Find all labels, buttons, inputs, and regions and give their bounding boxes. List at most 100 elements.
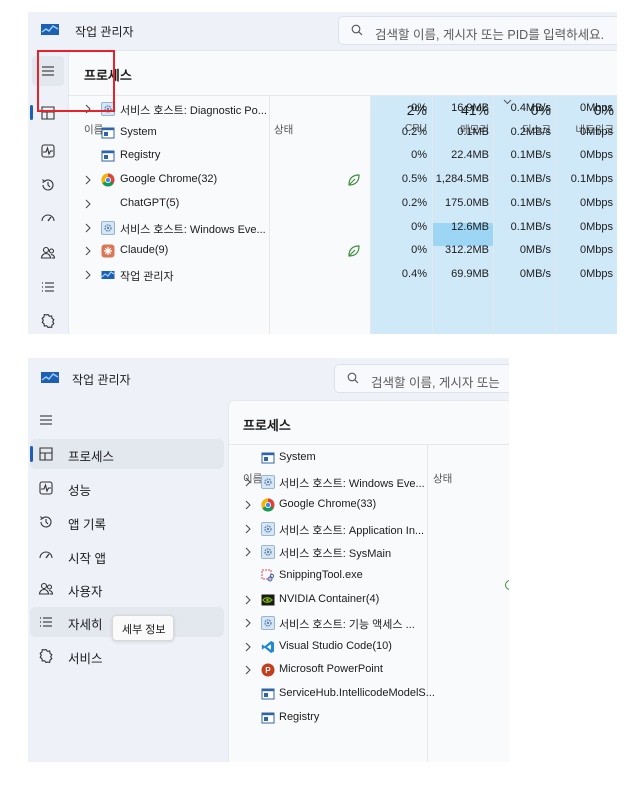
process-row[interactable]: 서비스 호스트: Windows Eve... 0% 12.6MB 0.1MB/s 0M… [69,216,617,240]
processes-panel: 프로세스 이름 상태 2% CPU 41% 메모리 0% 디스크 0% 네트워크… [68,50,617,334]
memory-value: 175.0MB [444,196,489,209]
process-row[interactable]: 서비스 호스트: 기능 액세스 ... [229,611,509,635]
process-name: Google Chrome(33) [279,498,377,511]
gear-service-icon [261,545,275,560]
disk-value: 0MB/s [519,267,551,280]
nav-label: 앱 기록 [68,518,106,532]
chevron-right-icon[interactable] [244,547,252,557]
disk-value: 0.1MB/s [510,149,551,162]
chevron-right-icon[interactable] [84,175,92,185]
nav-item-users[interactable]: 사용자 [30,574,224,604]
gear-service-icon [261,474,275,489]
nav-performance-button[interactable] [32,136,64,166]
window-icon [101,127,115,139]
chevron-right-icon[interactable] [84,246,92,256]
chevron-right-icon[interactable] [244,500,252,510]
search-input[interactable]: 검색할 이름, 게시자 또는 [334,364,509,393]
chevron-right-icon[interactable] [244,665,252,675]
gear-service-icon [101,220,115,235]
chevron-right-icon[interactable] [84,270,92,280]
search-input[interactable]: 검색할 이름, 게시자 또는 PID를 입력하세요. [338,16,617,45]
cpu-value: 0.2% [401,196,427,209]
network-value: 0Mbps [579,196,613,209]
process-row[interactable]: Google Chrome(32) 0.5% 1,284.5MB 0.1MB/s 0.1… [69,168,617,192]
chevron-right-icon[interactable] [244,477,252,487]
process-row[interactable]: Visual Studio Code(10) [229,635,509,659]
task-manager-window-top: 작업 관리자 검색할 이름, 게시자 또는 PID를 입력하세요. 프로세스 이… [28,12,617,334]
process-name: 서비스 호스트: Diagnostic Po... [120,105,267,117]
nav-app-history-button[interactable] [32,170,64,200]
nav-users-button[interactable] [32,238,64,268]
process-row[interactable]: 서비스 호스트: SysMain [229,540,509,564]
disk-value: 0MB/s [519,244,551,257]
nav-item-startup[interactable]: 시작 앱 [30,541,224,571]
details-icon [40,617,52,627]
process-row[interactable]: System [229,446,509,470]
hamburger-icon[interactable] [38,412,54,428]
process-row[interactable]: Google Chrome(33) [229,493,509,517]
chevron-right-icon[interactable] [244,595,252,605]
window-icon [261,712,275,724]
nav-item-services[interactable]: 서비스 [30,641,224,671]
chevron-right-icon[interactable] [244,642,252,652]
search-placeholder: 검색할 이름, 게시자 또는 PID를 입력하세요. [375,28,605,42]
process-row[interactable]: 서비스 호스트: Application In... [229,517,509,541]
cpu-value: 0% [411,102,427,114]
process-row[interactable]: 서비스 호스트: Diagnostic Po... 0% 16.9MB 0.4MB/s… [69,97,617,121]
process-name: Claude(9) [120,244,169,257]
processes-panel: 프로세스 이름 상태 System 서비스 호스트: Windows Eve...… [228,400,509,762]
process-row[interactable]: System 0.2% 0.1MB 0.2MB/s 0Mbps [69,121,617,145]
process-name: ServiceHub.IntellicodeModelS... [279,687,435,699]
process-row[interactable]: NVIDIA Container(4) [229,588,509,612]
nav-services-button[interactable] [32,306,64,334]
nav-item-processes[interactable]: 프로세스 [30,439,224,469]
svg-text:P: P [265,667,271,676]
process-row[interactable]: Registry 0% 22.4MB 0.1MB/s 0Mbps [69,144,617,168]
network-value: 0Mbps [579,267,613,280]
search-icon [347,372,359,384]
process-name: 서비스 호스트: Windows Eve... [279,477,425,490]
active-indicator [30,446,33,462]
nav-startup-button[interactable] [32,204,64,234]
process-row[interactable]: Claude(9) 0% 312.2MB 0MB/s 0Mbps [69,239,617,263]
chevron-right-icon[interactable] [84,199,92,209]
nav-item-app-history[interactable]: 앱 기록 [30,507,224,537]
nav-label: 시작 앱 [68,552,106,566]
process-name: System [279,451,316,463]
process-row[interactable]: 작업 관리자 0.4% 69.9MB 0MB/s 0Mbps [69,263,617,287]
process-row[interactable]: SnippingTool.exe [229,564,509,588]
app-history-icon [42,179,54,191]
process-row[interactable]: Registry [229,706,509,730]
chevron-right-icon[interactable] [84,223,92,233]
network-value: 0.1Mbps [570,173,613,186]
nvidia-icon [261,594,275,606]
memory-value: 12.6MB [451,220,489,233]
disk-value: 0.1MB/s [510,196,551,209]
window-icon [261,452,275,464]
process-row[interactable]: ChatGPT(5) 0.2% 175.0MB 0.1MB/s 0Mbps [69,192,617,216]
services-icon [39,648,53,664]
claude-icon [101,244,115,258]
memory-value: 69.9MB [451,267,489,280]
disk-value: 0.2MB/s [510,125,551,138]
process-row[interactable]: 서비스 호스트: Windows Eve... [229,470,509,494]
memory-value: 16.9MB [451,102,489,114]
highlight-box [37,50,115,112]
cpu-value: 0% [411,149,427,162]
title-bar: 작업 관리자 검색할 이름, 게시자 또는 PID를 입력하세요. [28,12,617,50]
process-row[interactable]: P Microsoft PowerPoint [229,658,509,682]
window-icon [101,150,115,162]
process-name: 서비스 호스트: SysMain [279,548,392,561]
nav-item-performance[interactable]: 성능 [30,473,224,503]
process-name: Registry [120,149,161,162]
chevron-right-icon[interactable] [244,618,252,628]
chevron-right-icon[interactable] [244,524,252,534]
network-value: 0Mbps [579,244,613,257]
process-row[interactable]: ServiceHub.IntellicodeModelS... [229,682,509,706]
app-title: 작업 관리자 [75,25,134,39]
nav-details-button[interactable] [32,272,64,302]
process-name: NVIDIA Container(4) [279,592,380,605]
startup-icon [39,551,53,559]
nav-label: 사용자 [68,585,103,599]
processes-icon [39,447,53,461]
